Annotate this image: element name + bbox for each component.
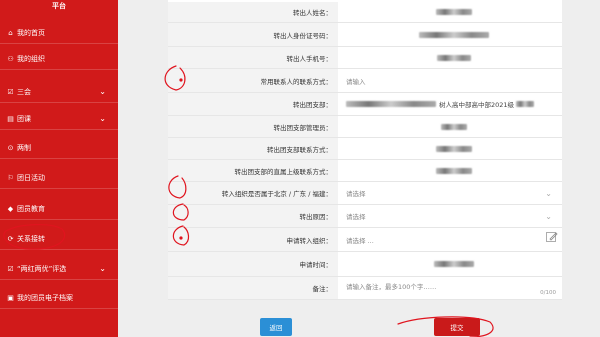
sidebar-item-9[interactable]: ▣ 我的团员电子档案 <box>0 287 118 309</box>
field-label: 转出人姓名： <box>168 2 338 22</box>
sidebar-item-label: 关系接转 <box>17 234 45 243</box>
redacted-value <box>338 160 562 181</box>
sidebar-item-2[interactable]: ☑ 三会 ⌄ <box>0 81 118 103</box>
field-label: 常用联系人的联系方式： <box>168 69 338 92</box>
chevron-down-icon: ⌄ <box>99 264 106 273</box>
select-field[interactable]: 请选择 ⌄ <box>338 182 562 204</box>
sidebar-item-label: 我的组织 <box>17 54 45 63</box>
field-label: 转出团支部管理员： <box>168 116 338 137</box>
sidebar-item-0[interactable]: ⌂ 我的首页 <box>0 22 118 44</box>
sidebar: 平台 ⌂ 我的首页 ⚇ 我的组织 ☑ 三会 ⌄ ▤ 团课 ⌄ ⊙ 两制 ⚐ 团日活动 ◆ 团员教育 ⟳ 关系接转 ☑… <box>0 0 118 337</box>
organization-picker[interactable]: 请选择 ... <box>338 228 562 251</box>
field-label: 申请时间： <box>168 252 338 276</box>
form-row: 申请时间： <box>168 252 562 277</box>
sidebar-item-6[interactable]: ◆ 团员教育 <box>0 198 118 220</box>
field-label: 申请转入组织： <box>168 228 338 251</box>
transfer-icon: ⟳ <box>7 234 14 243</box>
sidebar-item-label: 我的团员电子档案 <box>17 293 73 302</box>
sidebar-item-4[interactable]: ⊙ 两制 <box>0 137 118 159</box>
home-icon: ⌂ <box>8 28 13 37</box>
field-label: 转出团支部： <box>168 93 338 115</box>
field-label: 转出团支部联系方式： <box>168 138 338 159</box>
chevron-down-icon: ⌄ <box>545 211 552 221</box>
chevron-down-icon: ⌄ <box>99 114 106 123</box>
form-row: 转出团支部管理员： <box>168 116 562 138</box>
select-field[interactable]: 请选择 ⌄ <box>338 205 562 227</box>
document-icon: ▣ <box>7 293 14 302</box>
form-row: 常用联系人的联系方式： 请输入 <box>168 69 562 93</box>
graduation-icon: ◆ <box>7 204 14 213</box>
form-row: 转出原因： 请选择 ⌄ <box>168 205 562 228</box>
submit-button[interactable]: 提交 <box>434 318 480 336</box>
form-row: 备注： 请输入备注，最多100个字…… 0/100 <box>168 277 562 300</box>
contact-input[interactable]: 请输入 <box>338 69 562 92</box>
redacted-value <box>338 138 562 159</box>
redacted-value <box>338 23 562 46</box>
checkbox-icon: ☑ <box>7 264 14 273</box>
form-row: 转出团支部联系方式： <box>168 138 562 160</box>
field-label: 转出团支部的直属上级联系方式： <box>168 160 338 181</box>
sidebar-item-label: 两制 <box>17 143 31 152</box>
branch-value: 树人高中部高中部2021级 <box>338 93 562 115</box>
form-row: 转出人手机号： <box>168 47 562 69</box>
form-row: 转出人身份证号码： <box>168 23 562 47</box>
checkbox-icon: ☑ <box>7 87 14 96</box>
redacted-value <box>338 116 562 137</box>
redacted-value <box>338 2 562 22</box>
edit-icon[interactable] <box>546 231 558 243</box>
sidebar-item-label: 我的首页 <box>17 28 45 37</box>
sidebar-item-label: 三会 <box>17 87 31 96</box>
sidebar-item-label: 团日活动 <box>17 173 45 182</box>
form-row: 申请转入组织： 请选择 ... <box>168 228 562 252</box>
back-button[interactable]: 返回 <box>260 318 292 336</box>
sidebar-item-8[interactable]: ☑ “两红两优”评选 ⌄ <box>0 258 118 280</box>
char-counter: 0/100 <box>540 290 556 296</box>
redacted-value <box>338 252 562 276</box>
group-icon: ⚇ <box>7 54 14 63</box>
chevron-down-icon: ⌄ <box>99 87 106 96</box>
sidebar-item-3[interactable]: ▤ 团课 ⌄ <box>0 108 118 130</box>
form-row: 转出团支部的直属上级联系方式： <box>168 160 562 182</box>
field-label: 转入组织是否属于北京 / 广东 / 福建： <box>168 182 338 204</box>
transfer-form: 转出人姓名： 转出人身份证号码： 转出人手机号： 常用联系人的联系方式： 请输入 转出团支… <box>168 0 562 300</box>
sidebar-item-1[interactable]: ⚇ 我的组织 <box>0 48 118 70</box>
settings-icon: ⊙ <box>7 143 14 152</box>
field-label: 转出人手机号： <box>168 47 338 68</box>
chevron-down-icon: ⌄ <box>545 188 552 198</box>
field-label: 转出原因： <box>168 205 338 227</box>
field-label: 备注： <box>168 277 338 299</box>
sidebar-item-7[interactable]: ⟳ 关系接转 <box>0 228 118 250</box>
form-row: 转入组织是否属于北京 / 广东 / 福建： 请选择 ⌄ <box>168 182 562 205</box>
redacted-value <box>338 47 562 68</box>
flag-icon: ⚐ <box>7 173 14 182</box>
form-row: 转出团支部： 树人高中部高中部2021级 <box>168 93 562 116</box>
sidebar-item-label: 团课 <box>17 114 31 123</box>
sidebar-item-5[interactable]: ⚐ 团日活动 <box>0 167 118 189</box>
sidebar-item-label: 团员教育 <box>17 204 45 213</box>
sidebar-brand: 平台 <box>52 2 66 10</box>
form-row: 转出人姓名： <box>168 2 562 23</box>
field-label: 转出人身份证号码： <box>168 23 338 46</box>
sidebar-item-label: “两红两优”评选 <box>17 264 67 273</box>
book-icon: ▤ <box>7 114 14 123</box>
remarks-textarea[interactable]: 请输入备注，最多100个字…… 0/100 <box>338 277 562 299</box>
main-content: 转出人姓名： 转出人身份证号码： 转出人手机号： 常用联系人的联系方式： 请输入 转出团支… <box>118 0 600 337</box>
